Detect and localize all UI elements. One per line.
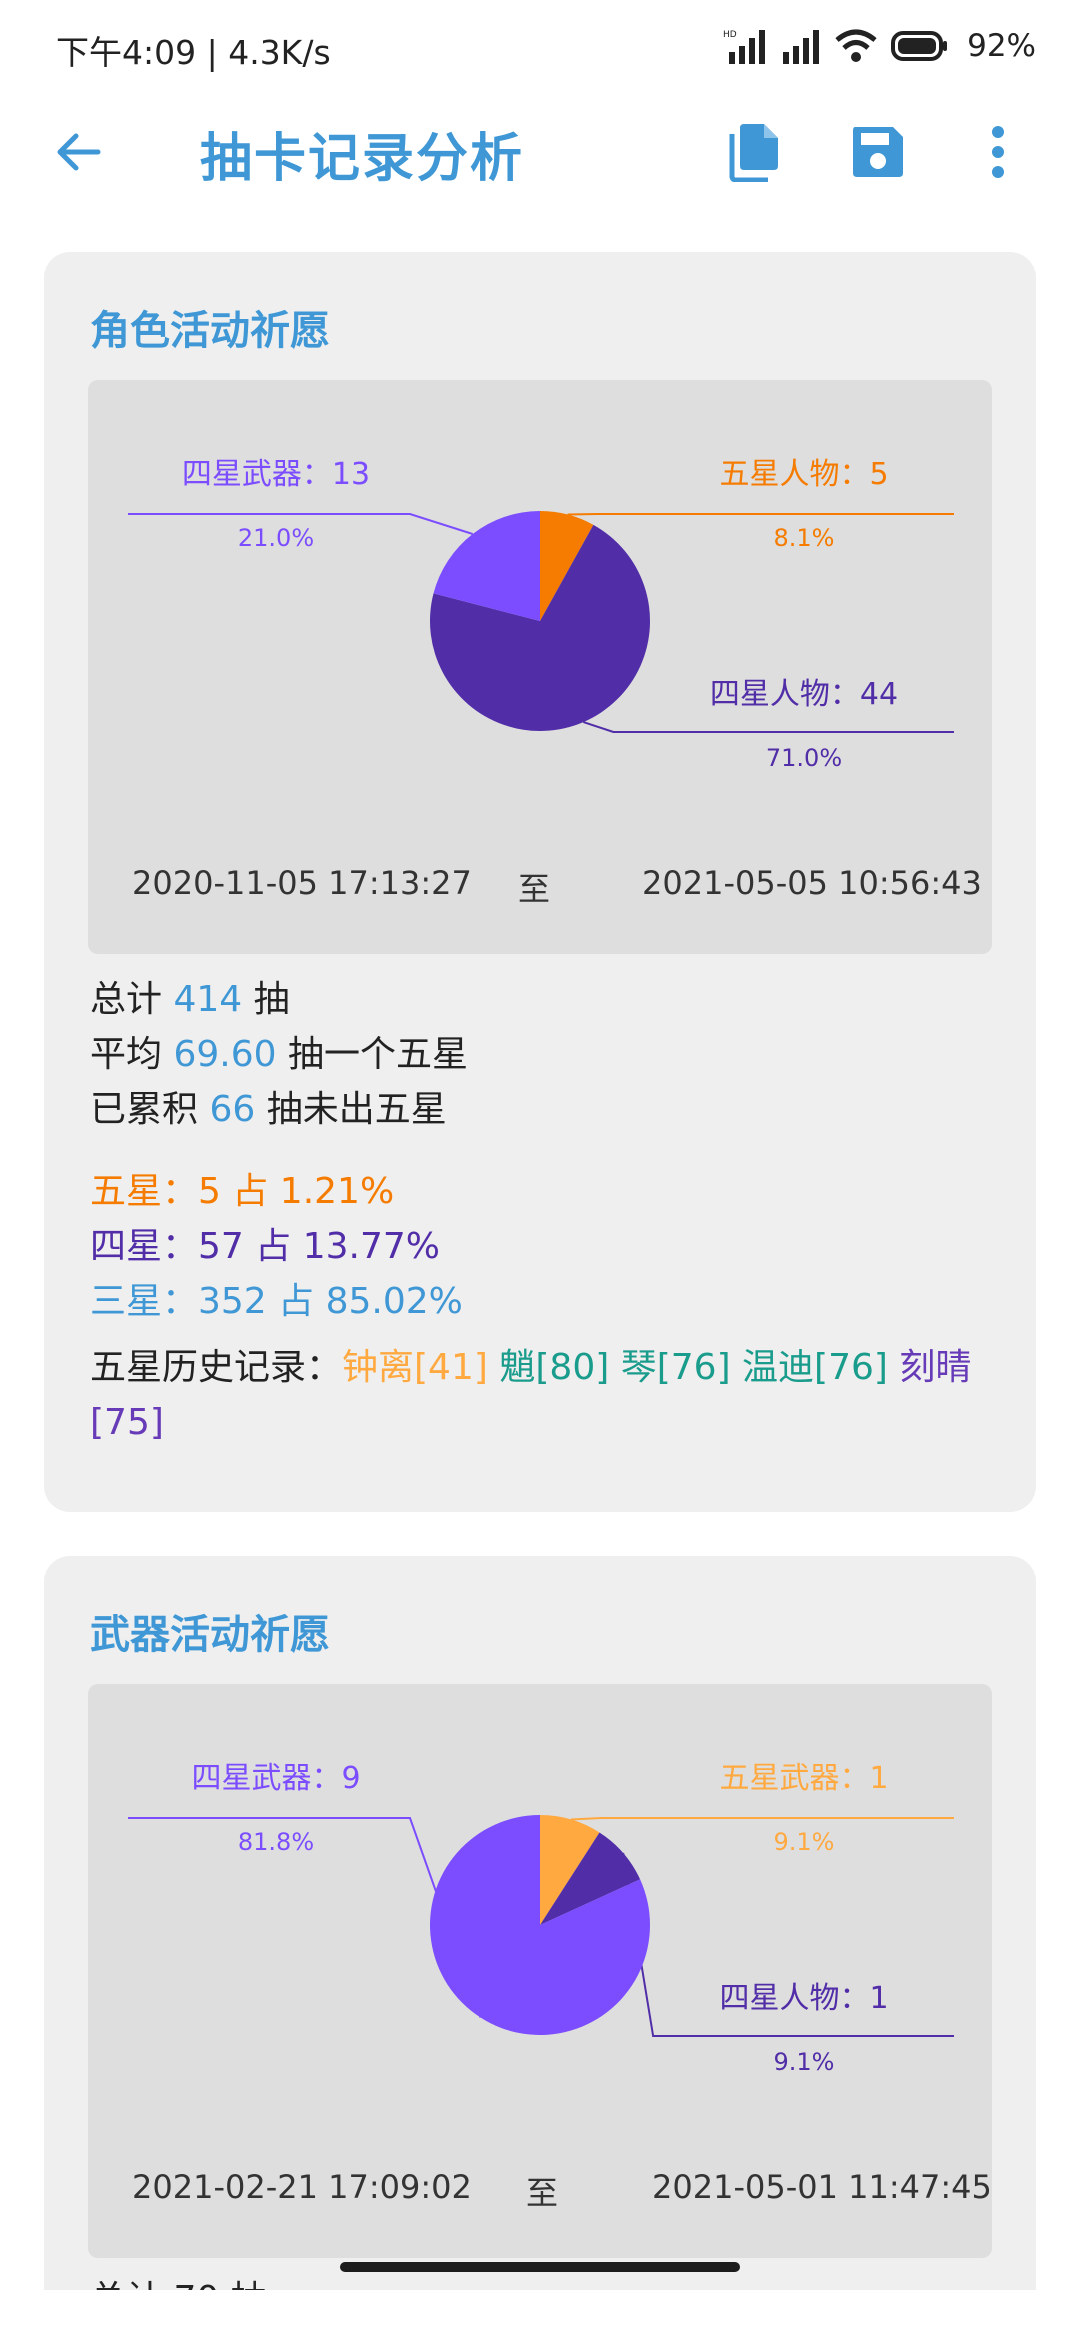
average-line: 平均 69.60 抽一个五星 bbox=[90, 1034, 468, 1075]
status-time: 下午4:09 | 4.3K/s bbox=[56, 33, 331, 72]
history-label: 五星历史记录： bbox=[90, 1347, 343, 1388]
rarity-breakdown: 五星：5 占 1.21% 四星：57 占 13.77% 三星：352 占 85.… bbox=[90, 1164, 463, 1329]
pie-slice-label: 四星武器：13 bbox=[182, 457, 370, 492]
copy-icon bbox=[729, 124, 778, 182]
signal-icon bbox=[783, 30, 820, 64]
pie-slice-percent: 21.0% bbox=[238, 524, 314, 552]
svg-text:HD: HD bbox=[723, 30, 737, 40]
character-stats: 总计 414 抽 平均 69.60 抽一个五星 已累积 66 抽未出五星 bbox=[90, 972, 468, 1137]
bottom-safe-area bbox=[0, 2290, 1080, 2340]
weapon-wish-card: 武器活动祈愿 五星武器：1 9.1% 四星人物：1 9.1% 四星武器：9 81.8% 2… bbox=[44, 1556, 1036, 2320]
four-star-rate: 四星：57 占 13.77% bbox=[90, 1226, 440, 1267]
pie-slice-percent: 71.0% bbox=[766, 744, 842, 772]
accumulated-count: 66 bbox=[209, 1089, 256, 1130]
pie-slice-label: 五星人物：5 bbox=[719, 457, 888, 492]
five-star-history: 五星历史记录：钟离[41] 魈[80] 琴[76] 温迪[76] 刻晴[75] bbox=[90, 1340, 990, 1450]
battery-percent: 92% bbox=[967, 28, 1036, 64]
status-icons: HD 92% bbox=[723, 24, 1036, 68]
copy-button[interactable] bbox=[722, 118, 790, 186]
hd-signal-icon: HD bbox=[723, 30, 766, 64]
character-date-from: 2020-11-05 17:13:27 bbox=[132, 864, 472, 902]
character-wish-card: 角色活动祈愿 五星人物：5 8.1% 四星人物：44 71.0% 四星武器：13 21.0… bbox=[44, 252, 1036, 1512]
pie-leader-line bbox=[567, 513, 954, 516]
three-star-rate: 三星：352 占 85.02% bbox=[90, 1281, 463, 1322]
pie-slice-label: 五星武器：1 bbox=[719, 1761, 888, 1796]
character-wish-title: 角色活动祈愿 bbox=[90, 308, 330, 354]
weapon-date-sep: 至 bbox=[526, 2174, 559, 2212]
history-entry: 钟离[41] bbox=[342, 1347, 488, 1388]
app-bar: 抽卡记录分析 bbox=[0, 96, 1080, 208]
average-count: 69.60 bbox=[173, 1034, 277, 1075]
character-pie-chart: 五星人物：5 8.1% 四星人物：44 71.0% 四星武器：13 21.0% 2020-… bbox=[88, 380, 992, 954]
save-button[interactable] bbox=[844, 118, 912, 186]
save-icon bbox=[853, 127, 903, 177]
pie-slice-percent: 81.8% bbox=[238, 1828, 314, 1856]
weapon-wish-title: 武器活动祈愿 bbox=[90, 1612, 330, 1658]
accumulated-line: 已累积 66 抽未出五星 bbox=[90, 1089, 447, 1130]
weapon-date-from: 2021-02-21 17:09:02 bbox=[132, 2168, 472, 2206]
page-title: 抽卡记录分析 bbox=[200, 129, 525, 189]
weapon-date-to: 2021-05-01 11:47:45 bbox=[652, 2168, 992, 2206]
five-star-rate: 五星：5 占 1.21% bbox=[90, 1171, 395, 1212]
total-count: 414 bbox=[173, 979, 243, 1020]
back-arrow-icon bbox=[57, 133, 101, 171]
status-bar: 下午4:09 | 4.3K/s HD 92% bbox=[0, 0, 1080, 96]
history-entry: 琴[76] bbox=[609, 1347, 731, 1388]
history-entry: 魈[80] bbox=[487, 1347, 610, 1388]
pie-slice-label: 四星人物：1 bbox=[719, 1981, 888, 2016]
wifi-icon bbox=[835, 29, 877, 62]
more-button[interactable] bbox=[964, 118, 1032, 186]
back-button[interactable] bbox=[44, 118, 112, 186]
pie-leader-line bbox=[583, 721, 954, 733]
total-line: 总计 414 抽 bbox=[90, 979, 290, 1020]
pie-slice-label: 四星人物：44 bbox=[710, 677, 898, 712]
history-entry: 温迪[76] bbox=[730, 1347, 888, 1388]
pie-leader-line bbox=[570, 1817, 954, 1821]
pie-slice-percent: 9.1% bbox=[774, 1828, 835, 1856]
character-date-to: 2021-05-05 10:56:43 bbox=[642, 864, 982, 902]
pie-slice-percent: 9.1% bbox=[774, 2048, 835, 2076]
battery-icon bbox=[891, 31, 948, 61]
weapon-pie-chart: 五星武器：1 9.1% 四星人物：1 9.1% 四星武器：9 81.8% 2021-02-… bbox=[88, 1684, 992, 2258]
character-date-sep: 至 bbox=[518, 870, 551, 908]
pie-slice-percent: 8.1% bbox=[774, 524, 835, 552]
home-indicator[interactable] bbox=[340, 2262, 740, 2272]
more-vert-icon bbox=[992, 126, 1004, 178]
pie-slice-label: 四星武器：9 bbox=[191, 1761, 360, 1796]
